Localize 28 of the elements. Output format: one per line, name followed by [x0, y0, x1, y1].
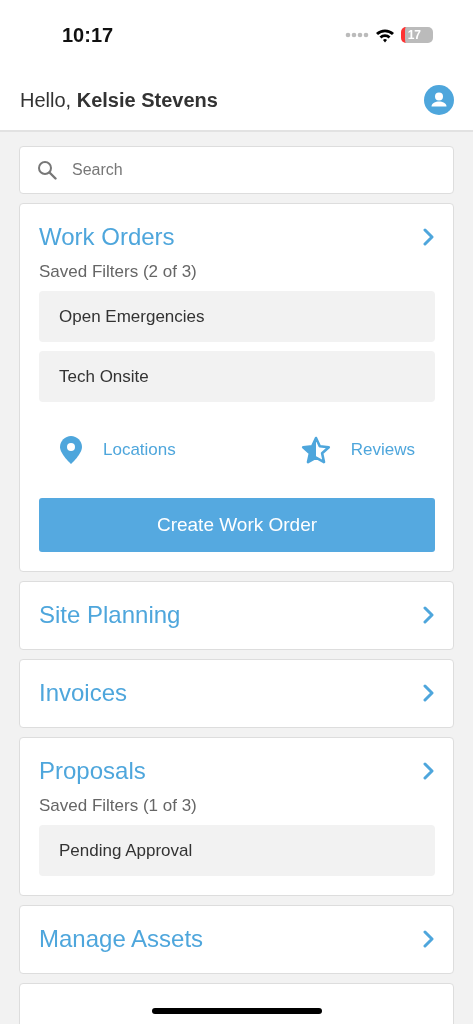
locations-link[interactable]: Locations [59, 435, 176, 465]
battery-icon: 17 [400, 27, 433, 43]
greeting-text: Hello, Kelsie Stevens [20, 88, 218, 112]
map-pin-icon [59, 435, 83, 465]
signal-icon [344, 32, 369, 38]
search-field[interactable]: Search [19, 146, 454, 194]
section-title[interactable]: Proposals [39, 756, 146, 786]
section-title[interactable]: Invoices [39, 678, 128, 708]
create-button[interactable]: Create Work Order [39, 498, 435, 552]
chevron-right-icon [423, 606, 435, 624]
status-time: 10:17 [62, 23, 114, 47]
saved-filters-label: Saved Filters (2 of 3) [39, 262, 198, 282]
chevron-right-icon [423, 228, 435, 246]
search-icon [37, 160, 57, 180]
reviews-link[interactable]: Reviews [300, 436, 415, 464]
saved-filter-item[interactable]: Open Emergencies [39, 291, 435, 342]
saved-filter-item[interactable]: Tech Onsite [39, 351, 435, 402]
star-icon [300, 436, 331, 464]
chevron-right-icon [423, 762, 435, 780]
saved-filter-item[interactable]: Pending Approval [39, 825, 435, 876]
saved-filters-label: Saved Filters (1 of 3) [39, 796, 198, 816]
section-title[interactable]: Manage Assets [39, 924, 204, 954]
wifi-icon [374, 27, 395, 43]
chevron-right-icon [423, 930, 435, 948]
chevron-right-icon [423, 684, 435, 702]
section-title[interactable]: Work Orders [39, 222, 175, 252]
profile-icon[interactable] [424, 85, 454, 115]
section-title[interactable]: Site Planning [39, 600, 181, 630]
